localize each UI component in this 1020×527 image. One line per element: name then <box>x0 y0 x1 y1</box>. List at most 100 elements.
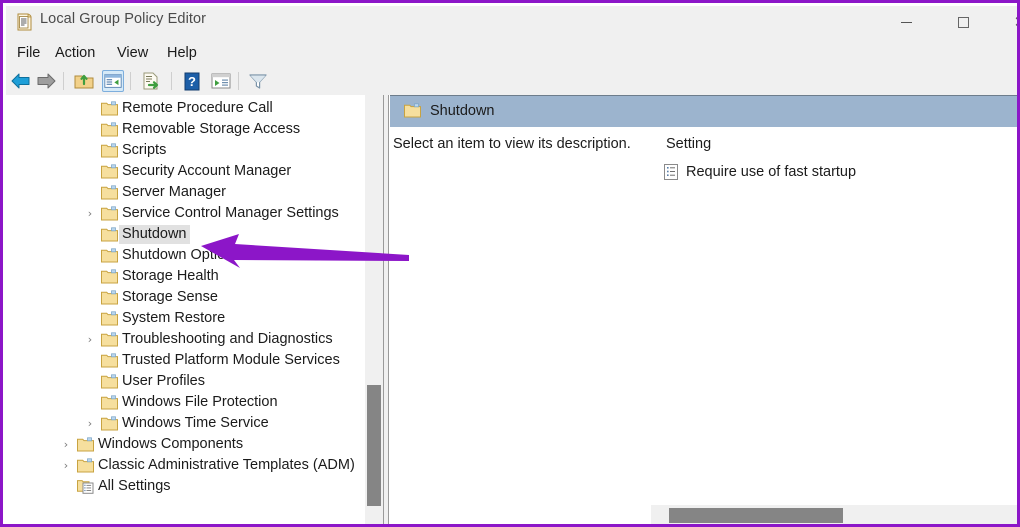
local-group-policy-editor-window: Local Group Policy Editor ✕ File Action … <box>6 6 1017 524</box>
description-placeholder: Select an item to view its description. <box>393 136 631 152</box>
tree-item-label: All Settings <box>98 478 171 494</box>
menu-help[interactable]: Help <box>164 43 200 63</box>
filter-options-button[interactable] <box>210 70 232 92</box>
policy-tree: Remote Procedure Call Removable Storage A… <box>6 95 364 524</box>
tree-item-label: Windows Components <box>98 436 244 452</box>
tree-item[interactable]: › Troubleshooting and Diagnostics <box>6 329 364 350</box>
console-tree-pane: Remote Procedure Call Removable Storage A… <box>6 95 384 524</box>
tree-item-label: Scripts <box>122 142 167 158</box>
minimize-icon <box>900 22 912 23</box>
tree-vertical-scrollbar[interactable] <box>365 95 383 524</box>
tree-item[interactable]: Windows File Protection <box>6 392 364 413</box>
export-list-button[interactable] <box>140 70 162 92</box>
folder-icon <box>101 164 118 179</box>
filter-button[interactable] <box>247 70 269 92</box>
menu-file[interactable]: File <box>14 43 43 63</box>
chevron-right-icon[interactable]: › <box>60 459 72 472</box>
folder-icon <box>101 101 118 116</box>
details-pane: Shutdown Select an item to view its desc… <box>388 95 1017 524</box>
minimize-button[interactable] <box>883 6 929 39</box>
tree-scrollbar-thumb[interactable] <box>367 385 381 506</box>
tree-item-label: Storage Sense <box>122 289 218 305</box>
folder-icon <box>101 353 118 368</box>
tree-item-label: System Restore <box>122 310 226 326</box>
toolbar-separator <box>130 72 131 90</box>
tree-item[interactable]: System Restore <box>6 308 364 329</box>
folder-icon <box>101 269 118 284</box>
up-one-level-button[interactable] <box>73 70 95 92</box>
tree-item[interactable]: Storage Health <box>6 266 364 287</box>
tree-item[interactable]: User Profiles <box>6 371 364 392</box>
details-pane-title: Shutdown <box>430 103 495 119</box>
show-filter-icon <box>211 73 231 89</box>
group-policy-editor-icon <box>14 12 34 32</box>
title-bar: Local Group Policy Editor ✕ <box>6 6 1017 39</box>
all-settings-icon <box>77 479 94 494</box>
close-button[interactable]: ✕ <box>997 6 1017 39</box>
funnel-icon <box>249 74 267 89</box>
tree-item-label: Windows Time Service <box>122 415 269 431</box>
folder-icon <box>101 143 118 158</box>
folder-icon <box>101 311 118 326</box>
chevron-right-icon[interactable]: › <box>84 417 96 430</box>
folder-icon <box>404 103 421 118</box>
tree-item[interactable]: Security Account Manager <box>6 161 364 182</box>
folder-icon <box>101 248 118 263</box>
maximize-icon <box>957 17 969 28</box>
tree-item[interactable]: Storage Sense <box>6 287 364 308</box>
details-scrollbar-thumb[interactable] <box>669 508 843 523</box>
chevron-right-icon[interactable]: › <box>84 333 96 346</box>
right-arrow-icon <box>37 73 56 89</box>
tree-item[interactable]: › Service Control Manager Settings <box>6 203 364 224</box>
screenshot-frame: Local Group Policy Editor ✕ File Action … <box>0 0 1020 527</box>
toolbar-separator <box>171 72 172 90</box>
toolbar-separator <box>63 72 64 90</box>
folder-icon <box>77 437 94 452</box>
tree-item-label: Storage Health <box>122 268 219 284</box>
tree-item[interactable]: › Windows Time Service <box>6 413 364 434</box>
tree-item[interactable]: Trusted Platform Module Services <box>6 350 364 371</box>
tree-item[interactable]: Removable Storage Access <box>6 119 364 140</box>
tree-item-label: Classic Administrative Templates (ADM) <box>98 457 355 473</box>
details-pane-header: Shutdown <box>390 95 1017 127</box>
export-list-icon <box>143 72 159 90</box>
maximize-button[interactable] <box>940 6 986 39</box>
setting-column-header: Setting <box>666 136 712 152</box>
tree-item-label: Server Manager <box>122 184 226 200</box>
tree-item[interactable]: Shutdown <box>6 224 364 245</box>
tree-item[interactable]: All Settings <box>6 476 364 497</box>
tree-item-label: Trusted Platform Module Services <box>122 352 340 368</box>
tree-item[interactable]: Scripts <box>6 140 364 161</box>
tree-item-label: Remote Procedure Call <box>122 100 273 116</box>
help-button[interactable]: ? <box>181 70 203 92</box>
chevron-right-icon[interactable]: › <box>84 207 96 220</box>
policy-setting-icon <box>664 164 678 180</box>
toolbar: ? <box>6 67 1017 96</box>
tree-item[interactable]: Remote Procedure Call <box>6 98 364 119</box>
folder-icon <box>101 185 118 200</box>
tree-item-label: Troubleshooting and Diagnostics <box>122 331 333 347</box>
menu-view[interactable]: View <box>114 43 151 63</box>
back-button[interactable] <box>10 70 32 92</box>
tree-item-label: Security Account Manager <box>122 163 292 179</box>
left-arrow-icon <box>11 73 30 89</box>
tree-item[interactable]: Server Manager <box>6 182 364 203</box>
tree-item-label: User Profiles <box>122 373 205 389</box>
folder-icon <box>101 122 118 137</box>
folder-icon <box>101 374 118 389</box>
menu-action[interactable]: Action <box>52 43 98 63</box>
tree-item-label: Shutdown <box>119 225 190 244</box>
chevron-right-icon[interactable]: › <box>60 438 72 451</box>
setting-label: Require use of fast startup <box>686 164 857 180</box>
tree-item[interactable]: › Windows Components <box>6 434 364 455</box>
tree-item-label: Windows File Protection <box>122 394 278 410</box>
tree-item[interactable]: Shutdown Options <box>6 245 364 266</box>
forward-button[interactable] <box>35 70 57 92</box>
client-area: Remote Procedure Call Removable Storage A… <box>6 95 1017 524</box>
window-title: Local Group Policy Editor <box>40 11 207 27</box>
show-hide-console-tree-button[interactable] <box>102 70 124 92</box>
folder-icon <box>101 227 118 242</box>
tree-item[interactable]: › Classic Administrative Templates (ADM) <box>6 455 364 476</box>
details-horizontal-scrollbar[interactable] <box>651 505 1017 524</box>
close-icon: ✕ <box>1014 15 1017 30</box>
